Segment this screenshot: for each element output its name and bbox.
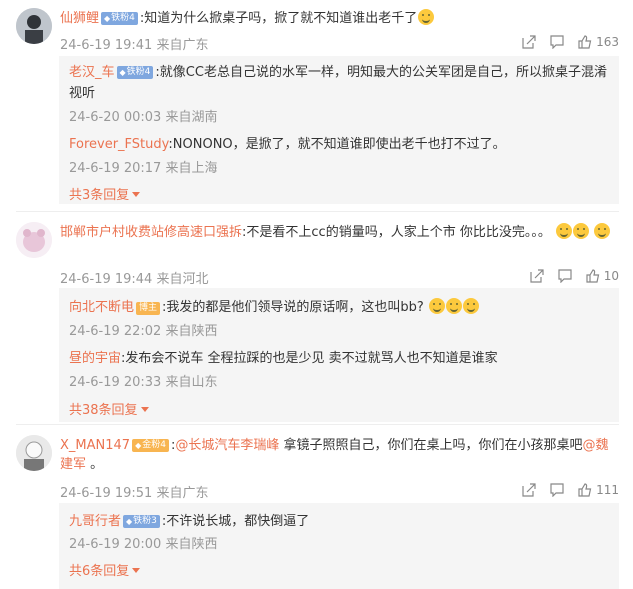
like-icon	[578, 35, 592, 49]
like-count: 163	[596, 35, 619, 49]
comment-button[interactable]	[550, 483, 564, 497]
avatar-image	[16, 222, 52, 258]
comment-text: :知道为什么掀桌子吗，掀了就不知道谁出老千了	[139, 11, 418, 26]
avatar[interactable]	[16, 8, 52, 44]
share-icon	[530, 269, 544, 283]
reply: 向北不断电 博主:我发的都是他们领导说的原话啊，这也叫bb?	[69, 296, 614, 315]
comment-actions: 10	[530, 269, 619, 283]
reply: 昼的宇宙:发布会不说车 全程拉踩的也是少见 卖不过就骂人也不知道是谁家	[69, 347, 614, 366]
comment: 邯郸市户村收费站修高速口强拆:不是看不上cc的销量吗，人家上个市 你比比没完。。…	[0, 212, 633, 422]
comment: 仙狮鲤 ◆ 铁粉4:知道为什么掀桌子吗，掀了就不知道谁出老千了 24-6-19 19…	[0, 0, 633, 204]
caret-down-icon	[140, 407, 149, 412]
diamond-icon: ◆	[104, 14, 111, 23]
comment-meta: 24-6-19 19:41 来自广东	[60, 38, 209, 53]
share-icon	[522, 35, 536, 49]
share-button[interactable]	[530, 269, 544, 283]
emoji-icon	[572, 223, 589, 239]
like-button[interactable]: 111	[578, 483, 619, 497]
reply-meta: 24-6-19 22:02 来自陕西	[69, 324, 218, 339]
reply-username[interactable]: 老汉_车	[69, 65, 115, 80]
share-button[interactable]	[522, 483, 536, 497]
badge-label: 金粉4	[142, 440, 166, 450]
comment-icon	[550, 35, 564, 49]
like-count: 111	[596, 483, 619, 497]
diamond-icon: ◆	[135, 441, 142, 450]
reply-meta: 24-6-19 20:17 来自上海	[69, 161, 218, 176]
fan-badge[interactable]: ◆ 金粉4	[132, 439, 169, 452]
comment-username[interactable]: 仙狮鲤	[60, 11, 99, 26]
emoji-icon	[594, 223, 611, 239]
avatar-image	[16, 8, 52, 44]
like-count: 10	[603, 269, 619, 283]
comment-icon	[558, 269, 572, 283]
reply-text: :我发的都是他们领导说的原话啊，这也叫bb?	[162, 300, 424, 315]
reply-text: :NONONO，是掀了，就不知道谁即使出老千也打不过了。	[168, 137, 506, 152]
reply-text: :发布会不说车 全程拉踩的也是少见 卖不过就骂人也不知道是谁家	[121, 351, 498, 366]
reply: 九哥行者 ◆ 铁粉3:不许说长城，都快倒逼了	[69, 510, 614, 529]
reply-box: 向北不断电 博主:我发的都是他们领导说的原话啊，这也叫bb? 24-6-19 22…	[59, 288, 619, 422]
more-replies-label: 共6条回复	[69, 564, 130, 579]
avatar[interactable]	[16, 435, 52, 471]
like-icon	[578, 483, 592, 497]
fan-badge[interactable]: ◆ 铁粉4	[116, 66, 154, 79]
comment-text: :不是看不上cc的销量吗，人家上个市 你比比没完。。。	[242, 225, 551, 240]
author-badge: 博主	[136, 302, 161, 315]
reply-username[interactable]: 昼的宇宙	[69, 351, 121, 366]
fan-badge[interactable]: ◆ 铁粉4	[101, 12, 138, 25]
emoji-icon	[462, 298, 479, 314]
comment-text: 拿镜子照照自己，你们在桌上吗，你们在小孩那桌吧	[279, 438, 583, 453]
like-button[interactable]: 10	[586, 269, 619, 283]
fan-badge[interactable]: ◆ 铁粉3	[123, 515, 160, 528]
comment-text-suffix: 。	[86, 457, 104, 472]
like-button[interactable]: 163	[578, 35, 619, 49]
share-icon	[522, 483, 536, 497]
reply-username[interactable]: Forever_FStudy	[69, 137, 168, 152]
mention-link[interactable]: @长城汽车李瑞峰	[175, 438, 279, 453]
comment: X_MAN147 ◆ 金粉4:@长城汽车李瑞峰 拿镜子照照自己，你们在桌上吗，你们在…	[0, 425, 633, 589]
diamond-icon: ◆	[126, 517, 133, 526]
reply-box: 老汉_车 ◆ 铁粉4:就像CC老总自己说的水军一样，明知最大的公关军团是自己，所以掀…	[59, 56, 619, 204]
comment-button[interactable]	[558, 269, 572, 283]
caret-down-icon	[132, 568, 141, 573]
more-replies-label: 共3条回复	[69, 188, 130, 203]
more-replies-link[interactable]: 共6条回复	[69, 560, 141, 579]
comment-meta: 24-6-19 19:51 来自广东	[60, 486, 209, 501]
reply-meta: 24-6-19 20:33 来自山东	[69, 375, 218, 390]
diamond-icon: ◆	[119, 68, 126, 77]
reply-username[interactable]: 向北不断电	[69, 300, 134, 315]
avatar-image	[16, 435, 52, 471]
reply: Forever_FStudy:NONONO，是掀了，就不知道谁即使出老千也打不过…	[69, 133, 614, 152]
reply-username[interactable]: 九哥行者	[69, 514, 121, 529]
share-button[interactable]	[522, 35, 536, 49]
reply-box: 九哥行者 ◆ 铁粉3:不许说长城，都快倒逼了 24-6-19 20:00 来自陕西 …	[59, 503, 619, 589]
caret-down-icon	[132, 192, 141, 197]
comment-username[interactable]: X_MAN147	[60, 438, 130, 453]
badge-label: 铁粉3	[133, 516, 157, 526]
emoji-icon	[445, 298, 462, 314]
comment-actions: 111	[522, 483, 619, 497]
avatar[interactable]	[16, 222, 52, 258]
reply-meta: 24-6-19 20:00 来自陕西	[69, 537, 218, 552]
comment-button[interactable]	[550, 35, 564, 49]
comment-icon	[550, 483, 564, 497]
badge-label: 铁粉4	[126, 67, 151, 77]
more-replies-label: 共38条回复	[69, 403, 138, 418]
comment-meta: 24-6-19 19:44 来自河北	[60, 272, 209, 287]
reply: 老汉_车 ◆ 铁粉4:就像CC老总自己说的水军一样，明知最大的公关军团是自己，所以掀…	[69, 62, 614, 104]
comment-username[interactable]: 邯郸市户村收费站修高速口强拆	[60, 225, 242, 240]
like-icon	[586, 269, 599, 283]
comment-actions: 163	[522, 35, 619, 49]
more-replies-link[interactable]: 共38条回复	[69, 399, 149, 418]
emoji-icon	[428, 298, 445, 314]
emoji-icon	[418, 9, 435, 25]
more-replies-link[interactable]: 共3条回复	[69, 184, 141, 203]
reply-meta: 24-6-20 00:03 来自湖南	[69, 110, 218, 125]
badge-label: 铁粉4	[111, 13, 135, 23]
emoji-icon	[555, 223, 572, 239]
reply-text: :不许说长城，都快倒逼了	[161, 514, 310, 529]
